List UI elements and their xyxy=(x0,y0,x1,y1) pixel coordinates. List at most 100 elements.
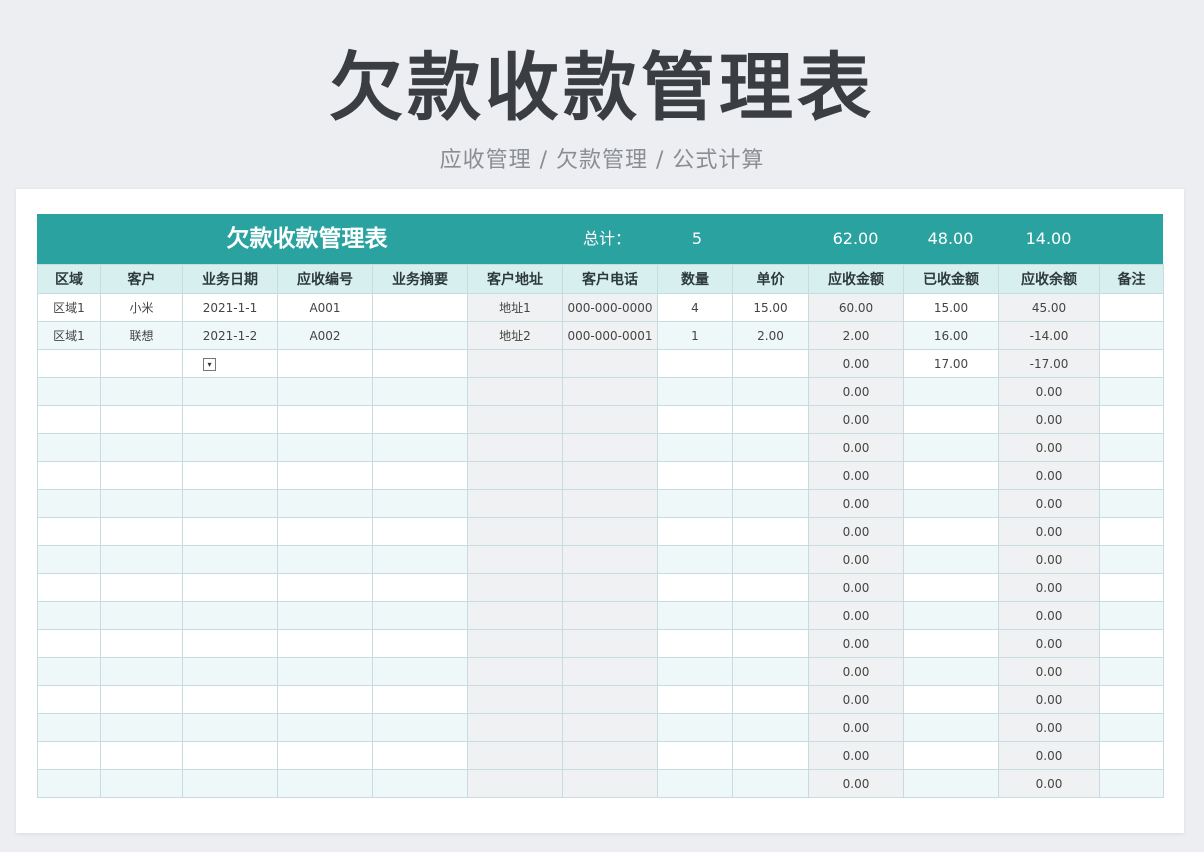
table-cell[interactable] xyxy=(372,349,468,378)
table-cell[interactable] xyxy=(562,461,658,490)
table-cell[interactable] xyxy=(182,405,278,434)
table-cell[interactable] xyxy=(100,629,183,658)
table-cell[interactable] xyxy=(182,601,278,630)
table-cell[interactable] xyxy=(277,573,373,602)
table-cell[interactable] xyxy=(1099,573,1164,602)
table-cell[interactable] xyxy=(182,349,278,378)
table-cell[interactable] xyxy=(37,405,101,434)
table-cell[interactable] xyxy=(732,769,809,798)
table-cell[interactable] xyxy=(372,657,468,686)
table-cell[interactable] xyxy=(467,573,563,602)
table-cell[interactable] xyxy=(37,433,101,462)
table-cell[interactable] xyxy=(372,741,468,770)
table-cell[interactable]: 2021-1-2 xyxy=(182,321,278,350)
table-cell[interactable]: 0.00 xyxy=(808,629,904,658)
table-cell[interactable] xyxy=(277,461,373,490)
table-cell[interactable] xyxy=(100,461,183,490)
table-cell[interactable] xyxy=(657,545,733,574)
table-cell[interactable]: 0.00 xyxy=(998,657,1100,686)
table-cell[interactable] xyxy=(182,629,278,658)
table-cell[interactable]: 0.00 xyxy=(998,573,1100,602)
table-cell[interactable] xyxy=(657,769,733,798)
table-cell[interactable] xyxy=(732,741,809,770)
column-header[interactable]: 业务摘要 xyxy=(372,264,468,294)
table-cell[interactable]: 0.00 xyxy=(998,433,1100,462)
table-cell[interactable]: 0.00 xyxy=(998,629,1100,658)
table-cell[interactable] xyxy=(657,433,733,462)
table-cell[interactable] xyxy=(277,741,373,770)
table-cell[interactable]: 地址1 xyxy=(467,293,563,322)
table-cell[interactable] xyxy=(903,601,999,630)
table-cell[interactable] xyxy=(467,713,563,742)
table-cell[interactable] xyxy=(182,573,278,602)
table-cell[interactable]: 0.00 xyxy=(808,377,904,406)
table-cell[interactable] xyxy=(732,629,809,658)
table-cell[interactable]: 小米 xyxy=(100,293,183,322)
table-cell[interactable]: 17.00 xyxy=(903,349,999,378)
table-cell[interactable] xyxy=(1099,405,1164,434)
table-cell[interactable] xyxy=(277,377,373,406)
table-cell[interactable] xyxy=(562,573,658,602)
table-cell[interactable] xyxy=(1099,685,1164,714)
table-cell[interactable] xyxy=(562,405,658,434)
table-cell[interactable] xyxy=(562,713,658,742)
table-cell[interactable] xyxy=(372,405,468,434)
table-cell[interactable] xyxy=(1099,433,1164,462)
table-cell[interactable]: 0.00 xyxy=(998,601,1100,630)
table-cell[interactable] xyxy=(277,405,373,434)
table-cell[interactable]: 地址2 xyxy=(467,321,563,350)
table-cell[interactable] xyxy=(657,741,733,770)
table-cell[interactable] xyxy=(372,517,468,546)
column-header[interactable]: 单价 xyxy=(732,264,809,294)
table-cell[interactable] xyxy=(903,573,999,602)
table-cell[interactable]: 0.00 xyxy=(808,713,904,742)
table-cell[interactable] xyxy=(182,461,278,490)
table-cell[interactable] xyxy=(37,713,101,742)
table-cell[interactable]: -14.00 xyxy=(998,321,1100,350)
table-cell[interactable] xyxy=(467,489,563,518)
table-cell[interactable] xyxy=(100,601,183,630)
table-cell[interactable] xyxy=(100,405,183,434)
table-cell[interactable]: 0.00 xyxy=(808,741,904,770)
table-cell[interactable]: 000-000-0001 xyxy=(562,321,658,350)
table-cell[interactable] xyxy=(372,545,468,574)
table-cell[interactable] xyxy=(657,713,733,742)
table-cell[interactable] xyxy=(372,489,468,518)
table-cell[interactable] xyxy=(732,461,809,490)
table-cell[interactable] xyxy=(372,713,468,742)
table-cell[interactable] xyxy=(732,601,809,630)
table-cell[interactable]: 2021-1-1 xyxy=(182,293,278,322)
table-cell[interactable] xyxy=(732,405,809,434)
table-cell[interactable] xyxy=(100,545,183,574)
table-cell[interactable]: 0.00 xyxy=(808,601,904,630)
table-cell[interactable]: A001 xyxy=(277,293,373,322)
table-cell[interactable]: 16.00 xyxy=(903,321,999,350)
column-header[interactable]: 已收金额 xyxy=(903,264,999,294)
table-cell[interactable] xyxy=(467,517,563,546)
table-cell[interactable] xyxy=(182,545,278,574)
table-cell[interactable] xyxy=(277,489,373,518)
table-cell[interactable] xyxy=(1099,769,1164,798)
table-cell[interactable] xyxy=(562,349,658,378)
table-cell[interactable] xyxy=(562,685,658,714)
table-cell[interactable] xyxy=(277,601,373,630)
table-cell[interactable] xyxy=(903,489,999,518)
table-cell[interactable]: 0.00 xyxy=(998,545,1100,574)
column-header[interactable]: 备注 xyxy=(1099,264,1164,294)
table-cell[interactable] xyxy=(903,657,999,686)
table-cell[interactable] xyxy=(100,657,183,686)
table-cell[interactable] xyxy=(562,657,658,686)
table-cell[interactable] xyxy=(372,629,468,658)
table-cell[interactable]: 1 xyxy=(657,321,733,350)
table-cell[interactable]: 0.00 xyxy=(808,405,904,434)
table-cell[interactable]: 45.00 xyxy=(998,293,1100,322)
table-cell[interactable] xyxy=(467,461,563,490)
table-cell[interactable] xyxy=(657,377,733,406)
table-cell[interactable] xyxy=(37,741,101,770)
table-cell[interactable]: 0.00 xyxy=(808,489,904,518)
table-cell[interactable]: 0.00 xyxy=(998,489,1100,518)
table-cell[interactable]: 0.00 xyxy=(998,769,1100,798)
table-cell[interactable]: 区域1 xyxy=(37,321,101,350)
table-cell[interactable] xyxy=(37,517,101,546)
table-cell[interactable] xyxy=(657,349,733,378)
